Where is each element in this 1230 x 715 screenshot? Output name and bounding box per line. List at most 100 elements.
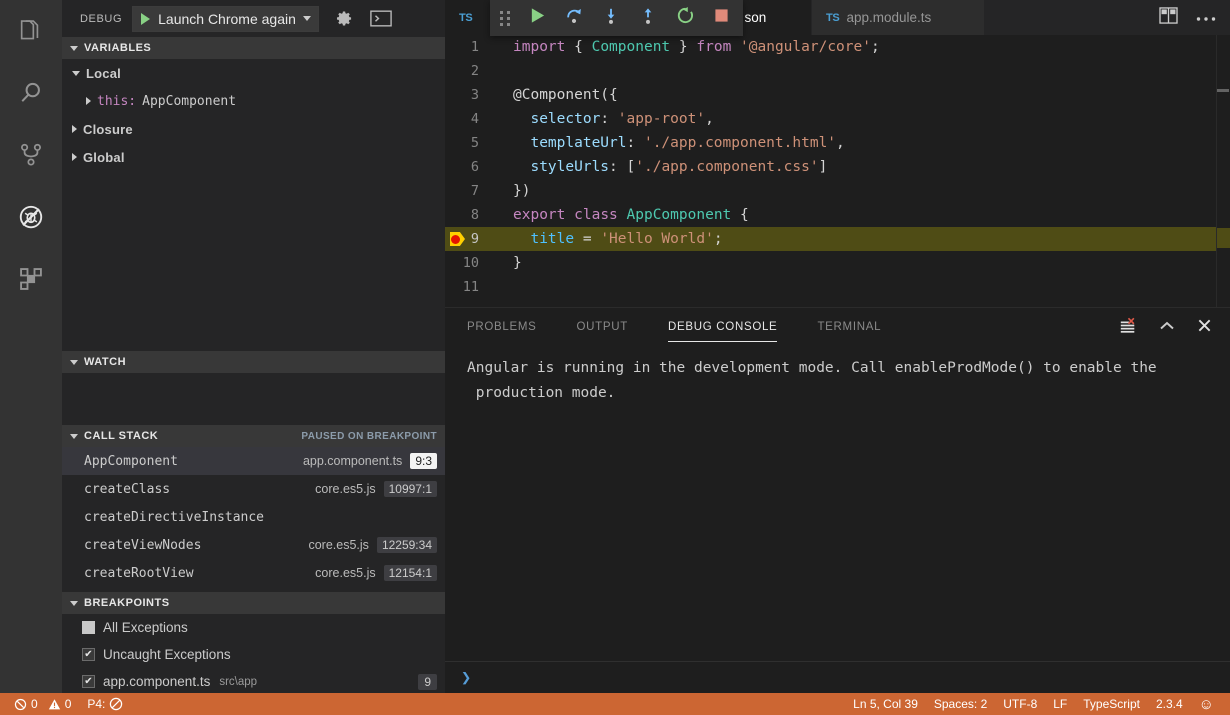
variables-title: VARIABLES <box>84 42 151 54</box>
gear-icon[interactable] <box>335 9 354 28</box>
line-number: 5 <box>445 135 499 151</box>
status-problems[interactable]: 0 0 <box>6 693 79 715</box>
line-content: selector: 'app-root', <box>499 111 714 127</box>
callstack-row[interactable]: createRootView core.es5.js 12154:1 <box>62 559 445 587</box>
callstack-row[interactable]: AppComponent app.component.ts 9:3 <box>62 447 445 475</box>
tab-terminal[interactable]: TERMINAL <box>817 321 881 336</box>
smiley-feedback-icon[interactable]: ☺ <box>1191 693 1222 715</box>
search-icon[interactable] <box>0 62 62 124</box>
code-editor[interactable]: 1import { Component } from '@angular/cor… <box>445 35 1230 307</box>
tab-problems[interactable]: PROBLEMS <box>467 321 537 336</box>
step-over-icon[interactable] <box>565 7 583 30</box>
floating-debug-toolbar[interactable] <box>490 0 743 36</box>
continue-icon[interactable] <box>529 7 546 29</box>
panel-actions <box>1119 317 1230 340</box>
callstack-body: AppComponent app.component.ts 9:3 create… <box>62 447 445 592</box>
line-number: 6 <box>445 159 499 175</box>
breakpoint-row[interactable]: ✔ app.component.ts src\app 9 <box>62 668 445 695</box>
tab-output[interactable]: OUTPUT <box>577 321 628 336</box>
debug-status-badge: PAUSED ON BREAKPOINT <box>301 425 437 447</box>
code-line: 7}) <box>445 179 1230 203</box>
callstack-row[interactable]: createClass core.es5.js 10997:1 <box>62 475 445 503</box>
chevron-right-icon <box>72 153 77 161</box>
stop-icon[interactable] <box>714 8 729 28</box>
breakpoints-section-header[interactable]: BREAKPOINTS <box>62 592 445 614</box>
launch-config-dropdown[interactable]: Launch Chrome again <box>132 6 319 32</box>
callstack-row[interactable]: createViewNodes core.es5.js 12259:34 <box>62 531 445 559</box>
extensions-icon[interactable] <box>0 248 62 310</box>
chevron-right-icon <box>72 125 77 133</box>
variables-scope-global[interactable]: Global <box>62 143 445 171</box>
breakpoints-title: BREAKPOINTS <box>84 597 170 609</box>
line-content: } <box>499 255 522 271</box>
tab-debug-console[interactable]: DEBUG CONSOLE <box>668 321 777 336</box>
breakpoint-label: app.component.ts <box>103 674 210 689</box>
typescript-file-icon: TS <box>826 12 839 24</box>
maximize-panel-icon[interactable] <box>1159 319 1175 337</box>
variables-section-header[interactable]: VARIABLES <box>62 37 445 59</box>
editor-tab-1[interactable]: TS app.module.ts <box>812 0 985 35</box>
breakpoints-body: All Exceptions ✔ Uncaught Exceptions ✔ a… <box>62 614 445 695</box>
status-language-mode[interactable]: TypeScript <box>1075 693 1148 715</box>
line-number: 8 <box>445 207 499 223</box>
variables-scope-local[interactable]: Local <box>62 59 445 87</box>
prompt-chevron-icon: ❯ <box>461 668 471 688</box>
start-debugging-icon[interactable] <box>141 13 150 25</box>
callstack-row[interactable]: createDirectiveInstance <box>62 503 445 531</box>
variables-scope-closure[interactable]: Closure <box>62 115 445 143</box>
vscode-window: DEBUG Launch Chrome again <box>0 0 1230 715</box>
frame-source: core.es5.js <box>308 538 368 552</box>
split-editor-icon[interactable] <box>1159 7 1178 29</box>
scope-label: Closure <box>83 122 133 137</box>
frame-source: core.es5.js <box>315 566 375 580</box>
frame-source: app.component.ts <box>303 454 402 468</box>
debug-console-icon[interactable] <box>370 10 392 27</box>
checkbox-checked[interactable]: ✔ <box>82 648 95 661</box>
status-version[interactable]: 2.3.4 <box>1148 693 1191 715</box>
bottom-panel: PROBLEMS OUTPUT DEBUG CONSOLE TERMINAL <box>445 307 1230 693</box>
status-eol[interactable]: LF <box>1045 693 1075 715</box>
scope-label: Local <box>86 66 121 81</box>
status-cursor-position[interactable]: Ln 5, Col 39 <box>845 693 926 715</box>
checkbox-checked[interactable]: ✔ <box>82 675 95 688</box>
line-content: }) <box>499 183 530 199</box>
chevron-down-icon <box>70 360 78 365</box>
variables-body: Local this: AppComponent Closure Global <box>62 59 445 351</box>
scrollbar-thumb[interactable] <box>1217 89 1229 92</box>
step-out-icon[interactable] <box>639 7 657 30</box>
close-panel-icon[interactable] <box>1197 318 1212 338</box>
callstack-section-header[interactable]: CALL STACK PAUSED ON BREAKPOINT <box>62 425 445 447</box>
code-line-breakpoint: 9 title = 'Hello World'; <box>445 227 1230 251</box>
source-control-icon[interactable] <box>0 124 62 186</box>
clear-console-icon[interactable] <box>1119 317 1137 340</box>
breakpoint-path: src\app <box>219 676 257 688</box>
status-encoding[interactable]: UTF-8 <box>995 693 1045 715</box>
line-content: title = 'Hello World'; <box>499 231 723 247</box>
restart-icon[interactable] <box>676 6 695 30</box>
breakpoint-row[interactable]: ✔ Uncaught Exceptions <box>62 641 445 668</box>
warning-count: 0 <box>65 697 72 711</box>
watch-body[interactable] <box>62 373 445 425</box>
chevron-down-icon <box>303 16 311 21</box>
debug-console-input[interactable]: ❯ <box>445 661 1230 693</box>
step-into-icon[interactable] <box>602 7 620 30</box>
status-indentation[interactable]: Spaces: 2 <box>926 693 995 715</box>
editor-scrollbar[interactable] <box>1216 35 1230 307</box>
drag-handle-icon[interactable] <box>500 11 510 26</box>
debug-label: DEBUG <box>80 13 122 25</box>
status-port[interactable]: P4: <box>79 693 131 715</box>
chevron-right-icon <box>86 97 91 105</box>
variable-value: AppComponent <box>142 94 236 109</box>
watch-title: WATCH <box>84 356 126 368</box>
watch-section-header[interactable]: WATCH <box>62 351 445 373</box>
checkbox-unchecked[interactable] <box>82 621 95 634</box>
breakpoint-row[interactable]: All Exceptions <box>62 614 445 641</box>
debug-icon[interactable] <box>0 186 62 248</box>
explorer-icon[interactable] <box>0 0 62 62</box>
chevron-down-icon <box>70 46 78 51</box>
more-actions-icon[interactable] <box>1196 9 1216 27</box>
tab-label: son <box>744 10 766 25</box>
code-line: 4 selector: 'app-root', <box>445 107 1230 131</box>
launch-config-name: Launch Chrome again <box>158 11 296 27</box>
variable-this[interactable]: this: AppComponent <box>62 87 445 115</box>
